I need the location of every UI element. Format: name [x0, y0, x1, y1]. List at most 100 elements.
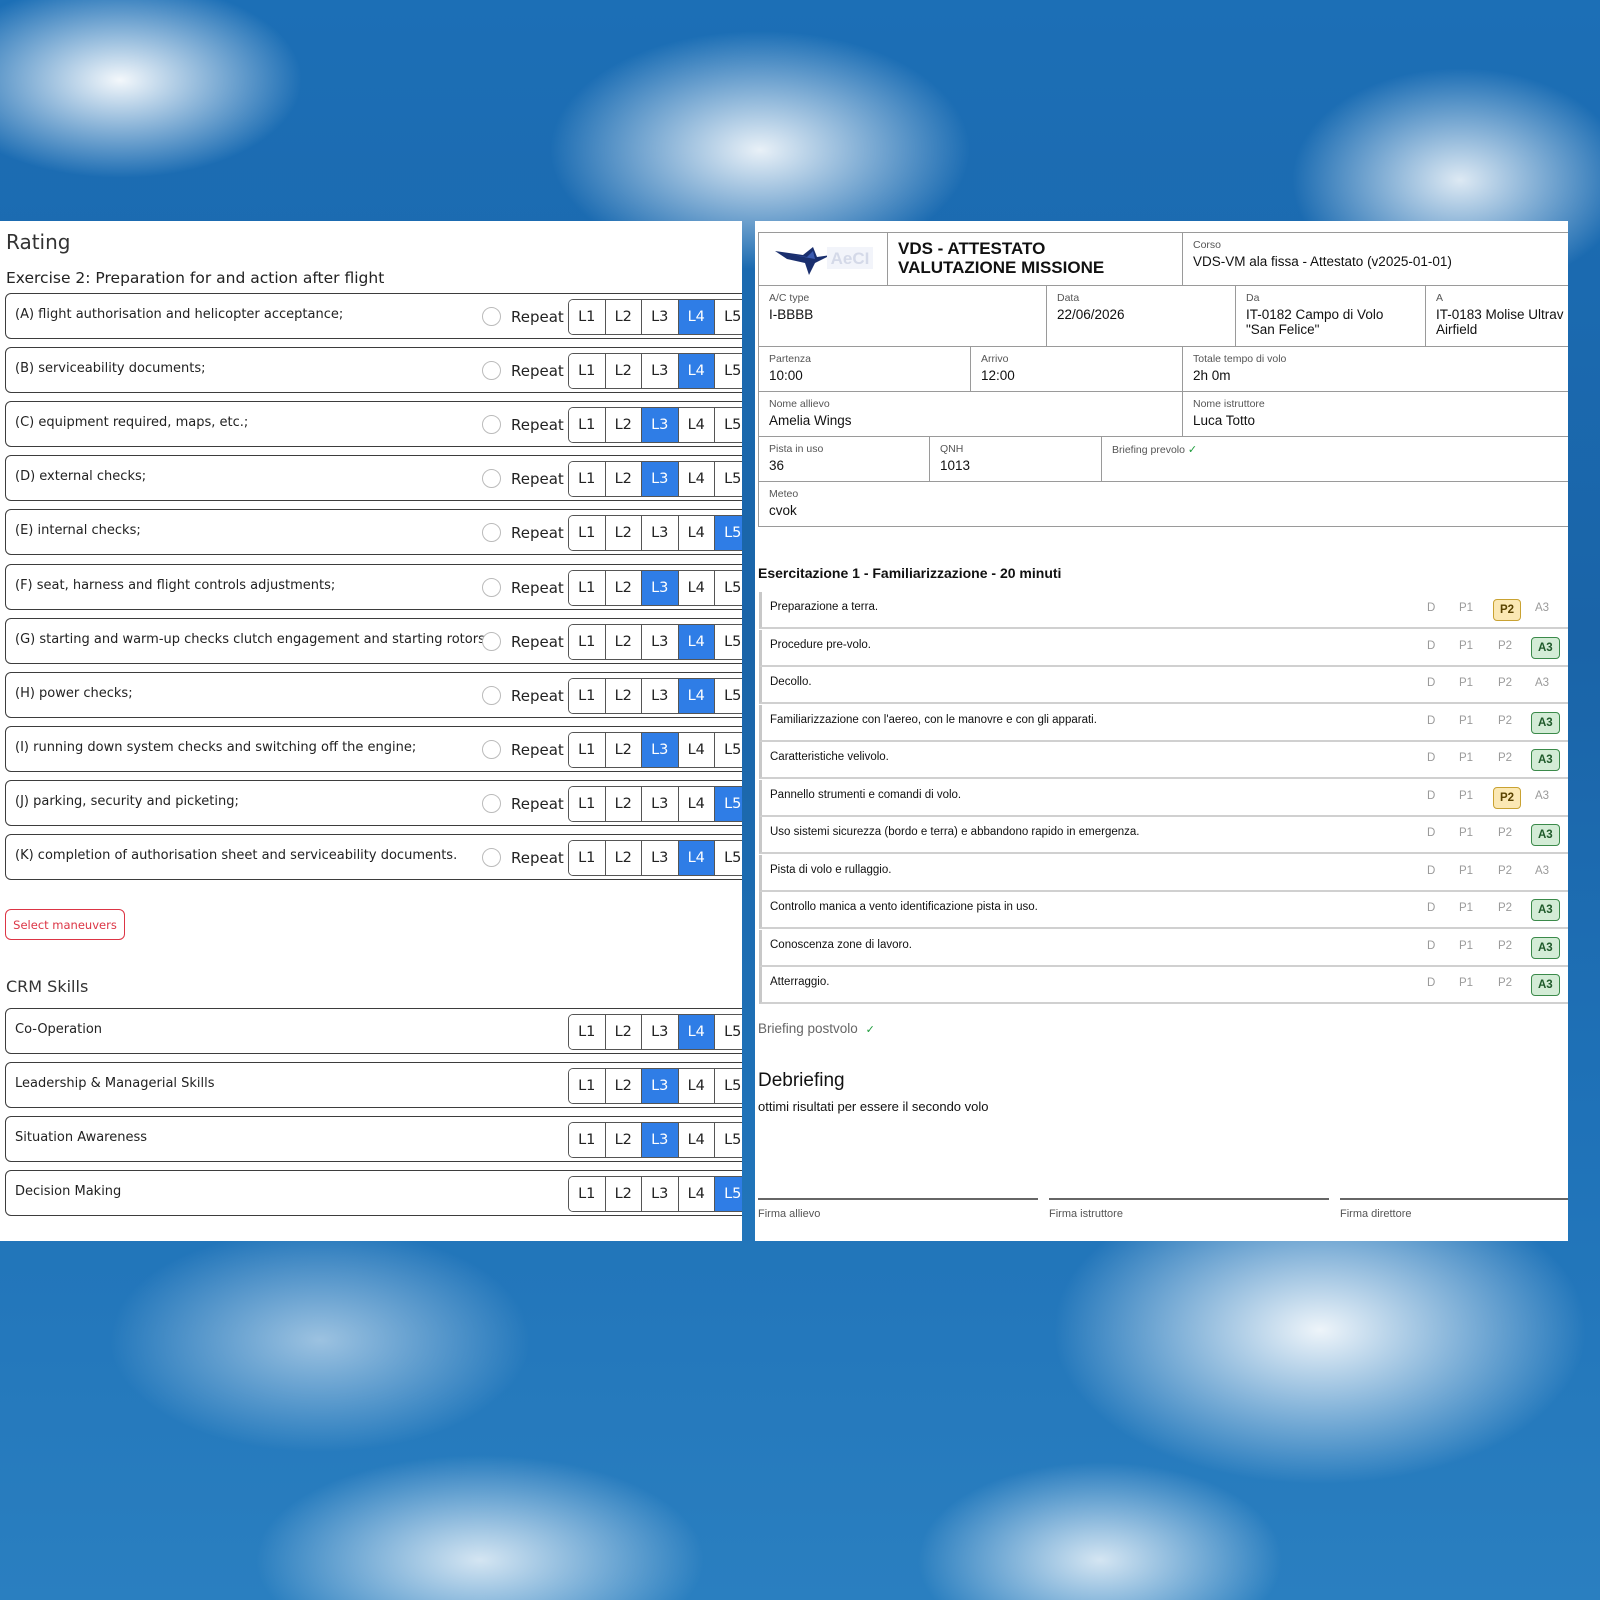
- grade-option-p1[interactable]: P1: [1459, 715, 1473, 727]
- level-button-l3[interactable]: L3: [642, 678, 679, 713]
- level-button-l5[interactable]: L5: [715, 570, 742, 605]
- grade-badge-a3[interactable]: A3: [1531, 636, 1560, 659]
- level-button-l1[interactable]: L1: [569, 732, 606, 767]
- level-button-l3[interactable]: L3: [642, 462, 679, 497]
- grade-option-p1[interactable]: P1: [1459, 977, 1473, 989]
- repeat-checkbox[interactable]: [482, 577, 501, 597]
- repeat-checkbox[interactable]: [482, 415, 501, 435]
- grade-badge-a3[interactable]: A3: [1531, 749, 1560, 771]
- level-button-l3[interactable]: L3: [642, 1177, 679, 1211]
- level-button-l4[interactable]: L4: [678, 408, 715, 443]
- level-button-l2[interactable]: L2: [605, 354, 642, 389]
- level-button-l3[interactable]: L3: [642, 408, 679, 443]
- level-button-l3[interactable]: L3: [642, 1069, 679, 1103]
- level-button-l4[interactable]: L4: [678, 300, 715, 334]
- level-button-l3[interactable]: L3: [642, 841, 679, 875]
- level-button-l1[interactable]: L1: [569, 516, 606, 551]
- grade-option-p1[interactable]: P1: [1459, 827, 1473, 839]
- grade-option-p1[interactable]: P1: [1459, 677, 1473, 689]
- grade-option-a3[interactable]: A3: [1535, 602, 1549, 614]
- grade-badge-a3[interactable]: A3: [1531, 936, 1560, 959]
- level-button-l5[interactable]: L5: [715, 300, 742, 334]
- level-button-l5[interactable]: L5: [715, 678, 742, 713]
- grade-option-p1[interactable]: P1: [1459, 940, 1473, 952]
- level-button-l4[interactable]: L4: [678, 570, 715, 605]
- level-button-l3[interactable]: L3: [642, 732, 679, 767]
- grade-option-d[interactable]: D: [1427, 790, 1435, 802]
- grade-option-d[interactable]: D: [1427, 865, 1435, 877]
- grade-option-d[interactable]: D: [1427, 640, 1435, 652]
- level-button-l5[interactable]: L5: [715, 1177, 742, 1211]
- repeat-checkbox[interactable]: [482, 523, 501, 543]
- level-button-l2[interactable]: L2: [605, 1123, 642, 1157]
- grade-option-d[interactable]: D: [1427, 827, 1435, 839]
- level-button-l5[interactable]: L5: [715, 841, 742, 875]
- grade-badge-a3[interactable]: A3: [1531, 899, 1560, 921]
- repeat-checkbox[interactable]: [482, 469, 501, 489]
- level-button-l1[interactable]: L1: [569, 354, 606, 389]
- level-button-l2[interactable]: L2: [605, 841, 642, 875]
- level-button-l1[interactable]: L1: [569, 408, 606, 443]
- level-button-l4[interactable]: L4: [678, 1123, 715, 1157]
- grade-option-p2[interactable]: P2: [1498, 902, 1512, 914]
- level-button-l5[interactable]: L5: [715, 1015, 742, 1049]
- grade-option-d[interactable]: D: [1427, 602, 1435, 614]
- level-button-l3[interactable]: L3: [642, 300, 679, 334]
- level-button-l2[interactable]: L2: [605, 786, 642, 821]
- grade-badge-a3[interactable]: A3: [1531, 824, 1560, 846]
- level-button-l2[interactable]: L2: [605, 1177, 642, 1211]
- level-button-l5[interactable]: L5: [715, 516, 742, 551]
- level-button-l2[interactable]: L2: [605, 1015, 642, 1049]
- grade-badge-a3[interactable]: A3: [1531, 711, 1560, 734]
- level-button-l2[interactable]: L2: [605, 732, 642, 767]
- level-button-l5[interactable]: L5: [715, 1123, 742, 1157]
- level-button-l3[interactable]: L3: [642, 1123, 679, 1157]
- grade-option-d[interactable]: D: [1427, 752, 1435, 764]
- level-button-l2[interactable]: L2: [605, 678, 642, 713]
- level-button-l4[interactable]: L4: [678, 732, 715, 767]
- grade-option-p2[interactable]: P2: [1498, 640, 1512, 652]
- level-button-l1[interactable]: L1: [569, 786, 606, 821]
- repeat-checkbox[interactable]: [482, 631, 501, 651]
- level-button-l5[interactable]: L5: [715, 354, 742, 389]
- level-button-l4[interactable]: L4: [678, 1069, 715, 1103]
- level-button-l4[interactable]: L4: [678, 624, 715, 659]
- grade-option-p1[interactable]: P1: [1459, 640, 1473, 652]
- level-button-l5[interactable]: L5: [715, 732, 742, 767]
- level-button-l1[interactable]: L1: [569, 570, 606, 605]
- level-button-l2[interactable]: L2: [605, 516, 642, 551]
- level-button-l1[interactable]: L1: [569, 841, 606, 875]
- level-button-l4[interactable]: L4: [678, 786, 715, 821]
- level-button-l2[interactable]: L2: [605, 1069, 642, 1103]
- level-button-l3[interactable]: L3: [642, 624, 679, 659]
- level-button-l5[interactable]: L5: [715, 462, 742, 497]
- level-button-l4[interactable]: L4: [678, 1015, 715, 1049]
- level-button-l1[interactable]: L1: [569, 678, 606, 713]
- repeat-checkbox[interactable]: [482, 361, 501, 381]
- level-button-l2[interactable]: L2: [605, 408, 642, 443]
- level-button-l4[interactable]: L4: [678, 354, 715, 389]
- grade-badge-p2[interactable]: P2: [1493, 599, 1522, 621]
- level-button-l4[interactable]: L4: [678, 516, 715, 551]
- level-button-l1[interactable]: L1: [569, 300, 606, 334]
- level-button-l4[interactable]: L4: [678, 1177, 715, 1211]
- grade-option-d[interactable]: D: [1427, 902, 1435, 914]
- repeat-checkbox[interactable]: [482, 848, 501, 867]
- level-button-l3[interactable]: L3: [642, 354, 679, 389]
- level-button-l2[interactable]: L2: [605, 570, 642, 605]
- level-button-l2[interactable]: L2: [605, 462, 642, 497]
- level-button-l3[interactable]: L3: [642, 570, 679, 605]
- grade-option-p2[interactable]: P2: [1498, 977, 1512, 989]
- repeat-checkbox[interactable]: [482, 307, 501, 326]
- level-button-l4[interactable]: L4: [678, 678, 715, 713]
- grade-option-p1[interactable]: P1: [1459, 602, 1473, 614]
- level-button-l4[interactable]: L4: [678, 462, 715, 497]
- level-button-l5[interactable]: L5: [715, 786, 742, 821]
- repeat-checkbox[interactable]: [482, 685, 501, 705]
- grade-option-p2[interactable]: P2: [1498, 865, 1512, 877]
- grade-option-p2[interactable]: P2: [1498, 677, 1512, 689]
- grade-option-a3[interactable]: A3: [1535, 790, 1549, 802]
- level-button-l5[interactable]: L5: [715, 1069, 742, 1103]
- repeat-checkbox[interactable]: [482, 793, 501, 813]
- level-button-l3[interactable]: L3: [642, 516, 679, 551]
